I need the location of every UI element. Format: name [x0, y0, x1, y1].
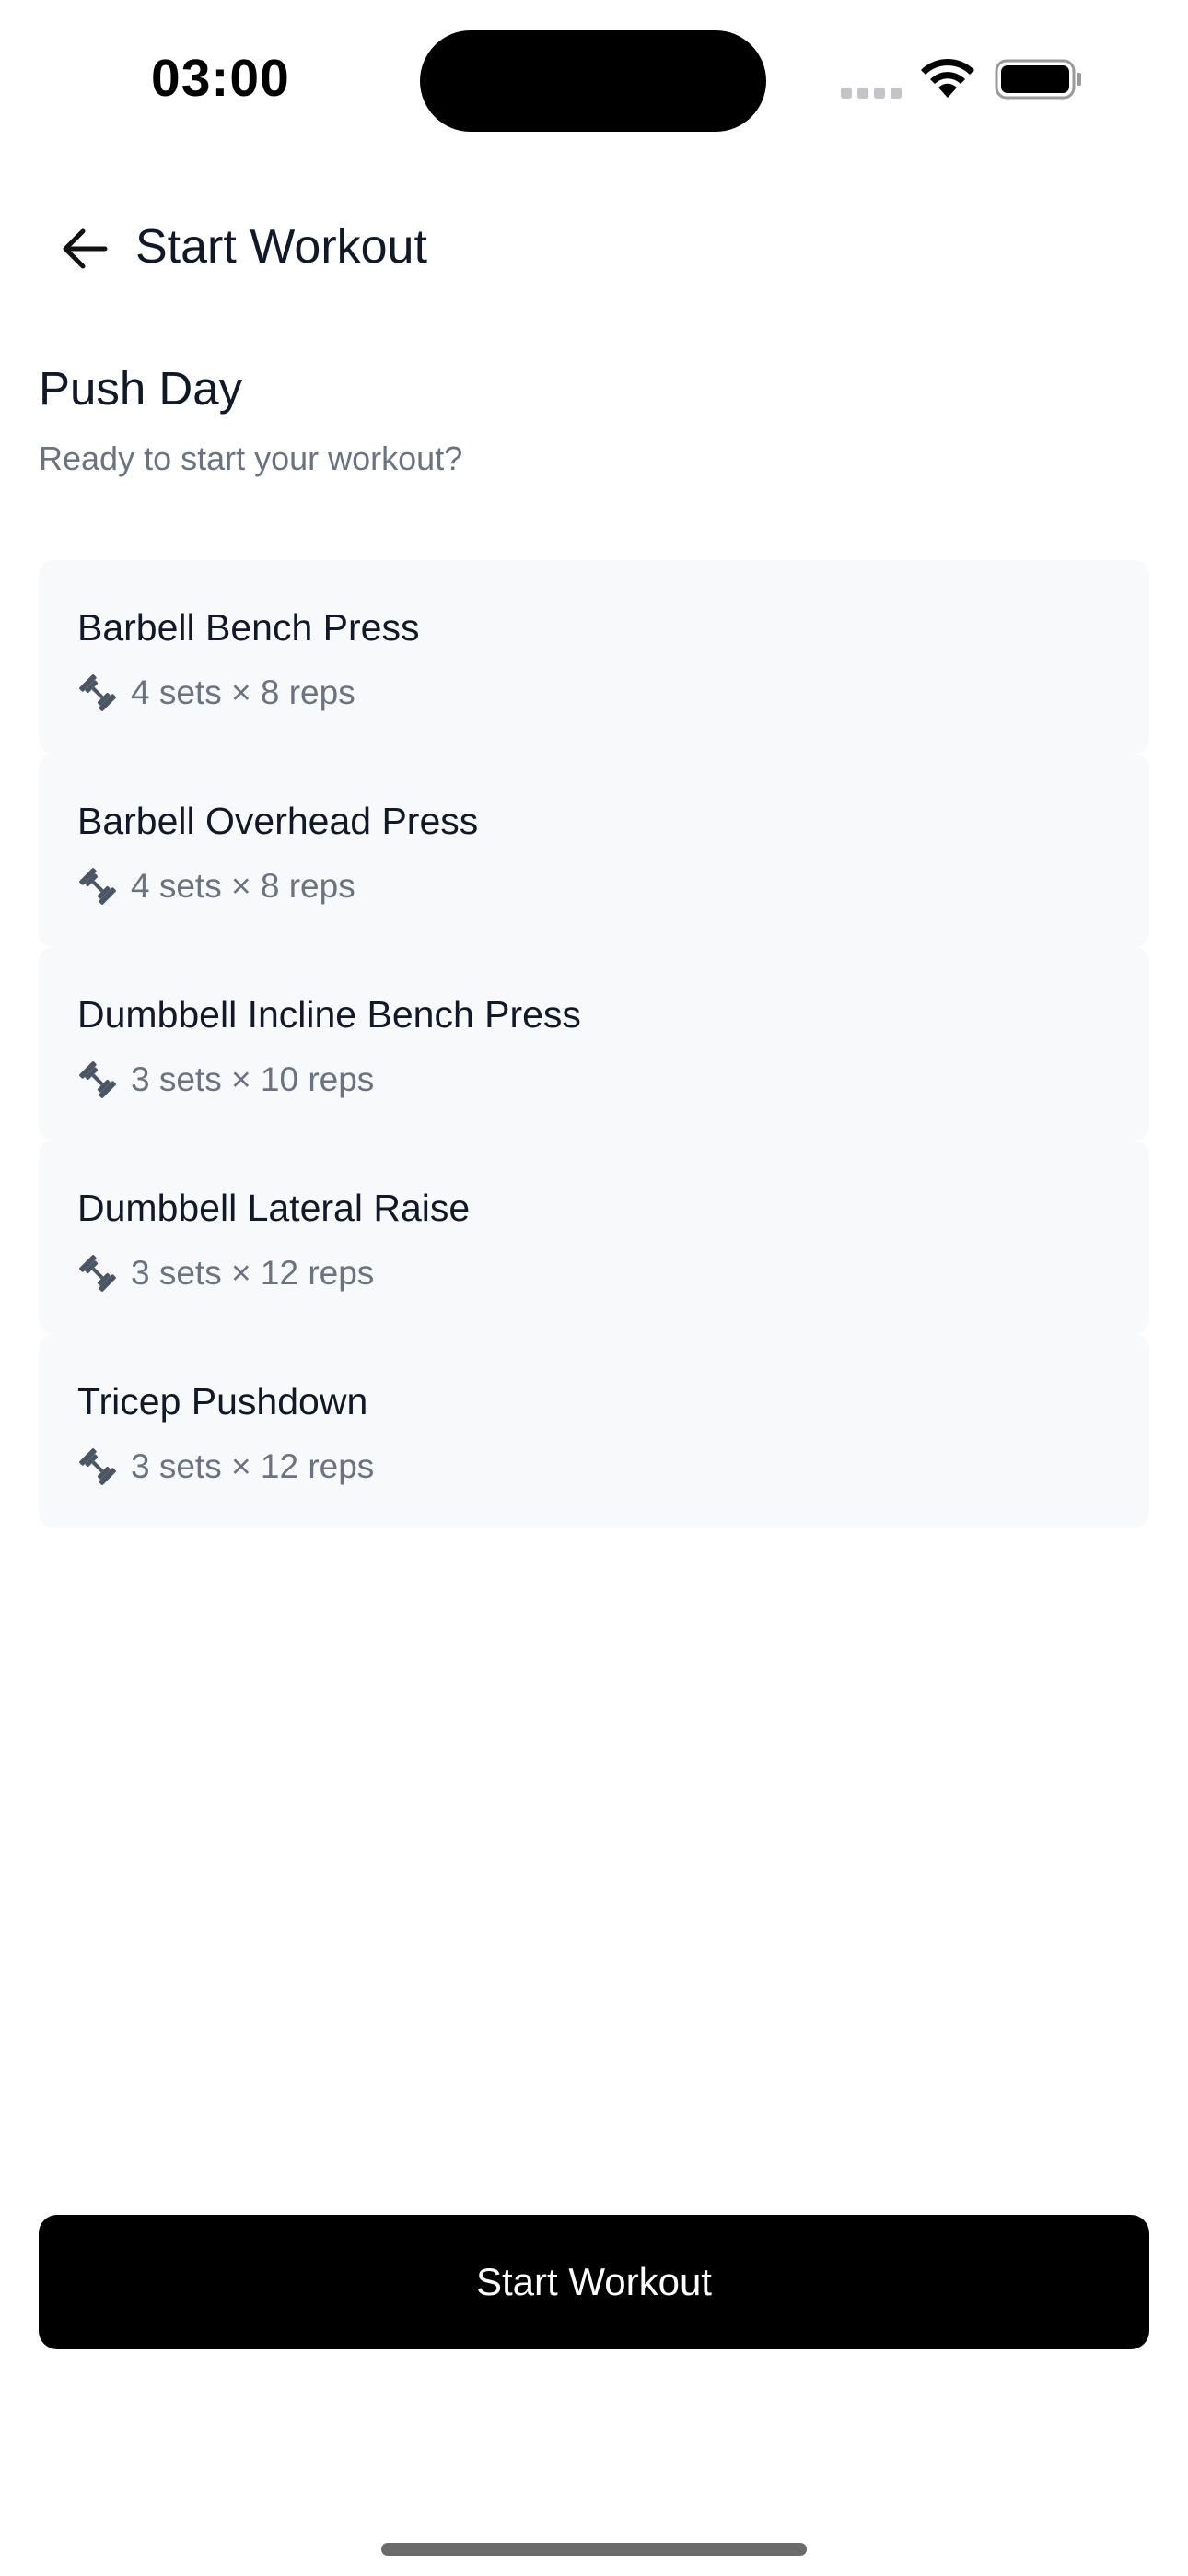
exercise-card[interactable]: Barbell Bench Press 4 sets × 8 reps [39, 560, 1149, 754]
dumbbell-icon [79, 868, 116, 905]
signal-icon [841, 88, 902, 99]
exercise-card[interactable]: Dumbbell Lateral Raise 3 sets × 12 reps [39, 1141, 1149, 1334]
exercise-name: Dumbbell Lateral Raise [77, 1187, 471, 1229]
exercise-meta: 4 sets × 8 reps [77, 866, 355, 907]
page-title: Start Workout [135, 220, 427, 274]
workout-subtitle: Ready to start your workout? [39, 439, 463, 477]
battery-icon [995, 59, 1081, 100]
exercise-sets: 3 sets × 12 reps [131, 1254, 375, 1292]
dumbbell-icon [79, 1448, 116, 1485]
status-bar: 03:00 [0, 0, 1188, 157]
home-indicator[interactable] [381, 2543, 807, 2556]
dumbbell-icon [79, 674, 116, 711]
exercise-meta: 4 sets × 8 reps [77, 673, 355, 713]
app-header: Start Workout [0, 193, 1188, 304]
exercise-meta: 3 sets × 12 reps [77, 1446, 374, 1487]
exercise-name: Barbell Bench Press [77, 606, 420, 649]
wifi-icon [921, 58, 974, 98]
exercise-name: Tricep Pushdown [77, 1380, 368, 1423]
start-workout-screen: 03:00 Start Workout Push Day Ready to st… [0, 0, 1188, 2576]
exercise-sets: 4 sets × 8 reps [131, 867, 355, 905]
exercise-name: Dumbbell Incline Bench Press [77, 993, 581, 1036]
exercise-sets: 3 sets × 10 reps [131, 1060, 375, 1098]
dynamic-island [420, 30, 766, 132]
exercise-card[interactable]: Tricep Pushdown 3 sets × 12 reps [39, 1334, 1149, 1528]
dumbbell-icon [79, 1255, 116, 1292]
exercise-sets: 4 sets × 8 reps [131, 673, 355, 711]
back-button[interactable] [48, 212, 122, 286]
workout-title: Push Day [39, 362, 243, 415]
exercise-card[interactable]: Dumbbell Incline Bench Press 3 sets × 10… [39, 947, 1149, 1141]
arrow-left-icon [63, 228, 108, 269]
start-workout-button[interactable]: Start Workout [39, 2215, 1149, 2349]
exercise-meta: 3 sets × 12 reps [77, 1253, 374, 1294]
exercise-sets: 3 sets × 12 reps [131, 1447, 375, 1485]
exercise-card[interactable]: Barbell Overhead Press 4 sets × 8 reps [39, 754, 1149, 947]
exercise-list: Barbell Bench Press 4 sets × 8 reps Barb… [39, 560, 1149, 1528]
exercise-name: Barbell Overhead Press [77, 800, 479, 842]
status-time: 03:00 [151, 49, 290, 108]
dumbbell-icon [79, 1061, 116, 1098]
exercise-meta: 3 sets × 10 reps [77, 1060, 374, 1100]
